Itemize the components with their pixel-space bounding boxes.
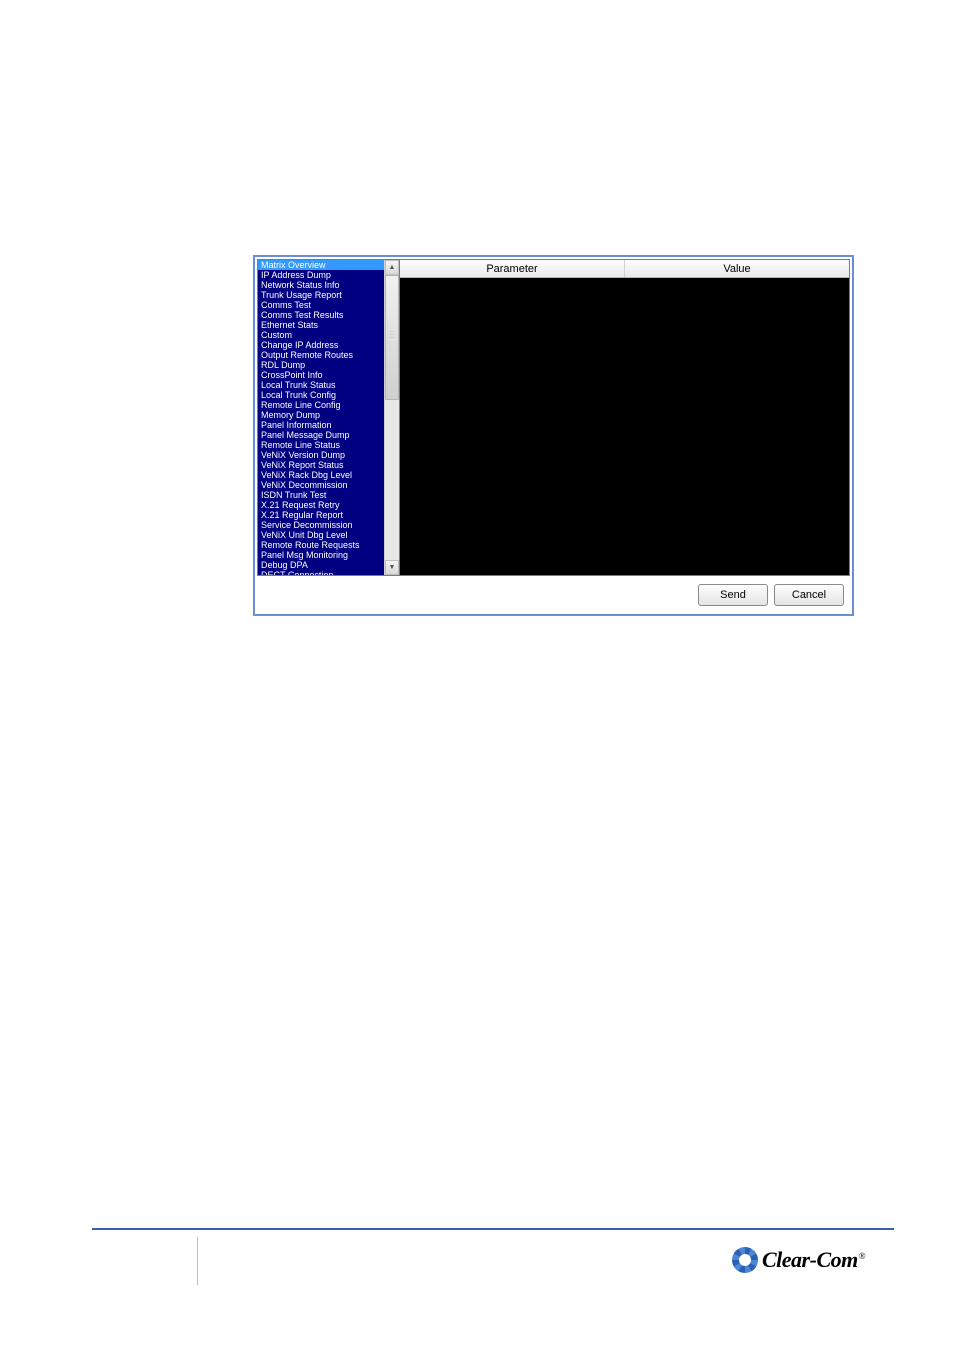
list-item[interactable]: Panel Msg Monitoring <box>258 550 384 560</box>
button-bar: Send Cancel <box>257 576 850 612</box>
list-item[interactable]: X.21 Request Retry <box>258 500 384 510</box>
list-item[interactable]: Panel Information <box>258 420 384 430</box>
list-item[interactable]: VeNiX Version Dump <box>258 450 384 460</box>
cancel-button[interactable]: Cancel <box>774 584 844 606</box>
list-item[interactable]: Debug DPA <box>258 560 384 570</box>
brand-logo-text: Clear-Com® <box>762 1247 865 1273</box>
scroll-up-button[interactable]: ▲ <box>385 260 399 275</box>
list-item[interactable]: Local Trunk Status <box>258 380 384 390</box>
list-item[interactable]: Memory Dump <box>258 410 384 420</box>
footer-rule <box>92 1228 894 1230</box>
list-item[interactable]: DECT Connection <box>258 570 384 575</box>
dialog-window: Matrix OverviewIP Address DumpNetwork St… <box>253 255 854 616</box>
scroll-down-button[interactable]: ▼ <box>385 560 399 575</box>
list-item[interactable]: CrossPoint Info <box>258 370 384 380</box>
list-item[interactable]: Service Decommission <box>258 520 384 530</box>
send-button[interactable]: Send <box>698 584 768 606</box>
registered-mark: ® <box>859 1251 865 1261</box>
list-item[interactable]: Remote Line Config <box>258 400 384 410</box>
dialog-main-area: Matrix OverviewIP Address DumpNetwork St… <box>257 259 850 576</box>
list-item[interactable]: Change IP Address <box>258 340 384 350</box>
brand-logo: Clear-Com® <box>732 1243 894 1277</box>
list-item[interactable]: Ethernet Stats <box>258 320 384 330</box>
list-item[interactable]: RDL Dump <box>258 360 384 370</box>
list-item[interactable]: VeNiX Decommission <box>258 480 384 490</box>
list-item[interactable]: ISDN Trunk Test <box>258 490 384 500</box>
list-item[interactable]: Trunk Usage Report <box>258 290 384 300</box>
command-list[interactable]: Matrix OverviewIP Address DumpNetwork St… <box>258 260 384 575</box>
list-item[interactable]: IP Address Dump <box>258 270 384 280</box>
list-item[interactable]: VeNiX Unit Dbg Level <box>258 530 384 540</box>
list-item[interactable]: Remote Route Requests <box>258 540 384 550</box>
list-item[interactable]: Output Remote Routes <box>258 350 384 360</box>
parameter-content <box>400 278 849 575</box>
list-item[interactable]: Comms Test Results <box>258 310 384 320</box>
list-item[interactable]: Panel Message Dump <box>258 430 384 440</box>
list-item[interactable]: Custom <box>258 330 384 340</box>
command-list-wrap: Matrix OverviewIP Address DumpNetwork St… <box>257 259 400 576</box>
list-item[interactable]: VeNiX Rack Dbg Level <box>258 470 384 480</box>
list-item[interactable]: X.21 Regular Report <box>258 510 384 520</box>
footer-vertical-rule <box>197 1237 198 1285</box>
scroll-track[interactable] <box>385 275 399 560</box>
list-item[interactable]: Matrix Overview <box>258 260 384 270</box>
list-item[interactable]: Remote Line Status <box>258 440 384 450</box>
list-item[interactable]: VeNiX Report Status <box>258 460 384 470</box>
list-item[interactable]: Local Trunk Config <box>258 390 384 400</box>
brand-name: Clear-Com <box>762 1247 858 1272</box>
header-value[interactable]: Value <box>625 260 849 277</box>
header-parameter[interactable]: Parameter <box>400 260 625 277</box>
scroll-thumb[interactable] <box>385 275 399 400</box>
parameter-headers: Parameter Value <box>400 260 849 278</box>
list-item[interactable]: Network Status Info <box>258 280 384 290</box>
list-scrollbar[interactable]: ▲ ▼ <box>384 260 399 575</box>
parameter-pane: Parameter Value <box>400 259 850 576</box>
list-item[interactable]: Comms Test <box>258 300 384 310</box>
brand-logo-icon <box>732 1247 758 1273</box>
